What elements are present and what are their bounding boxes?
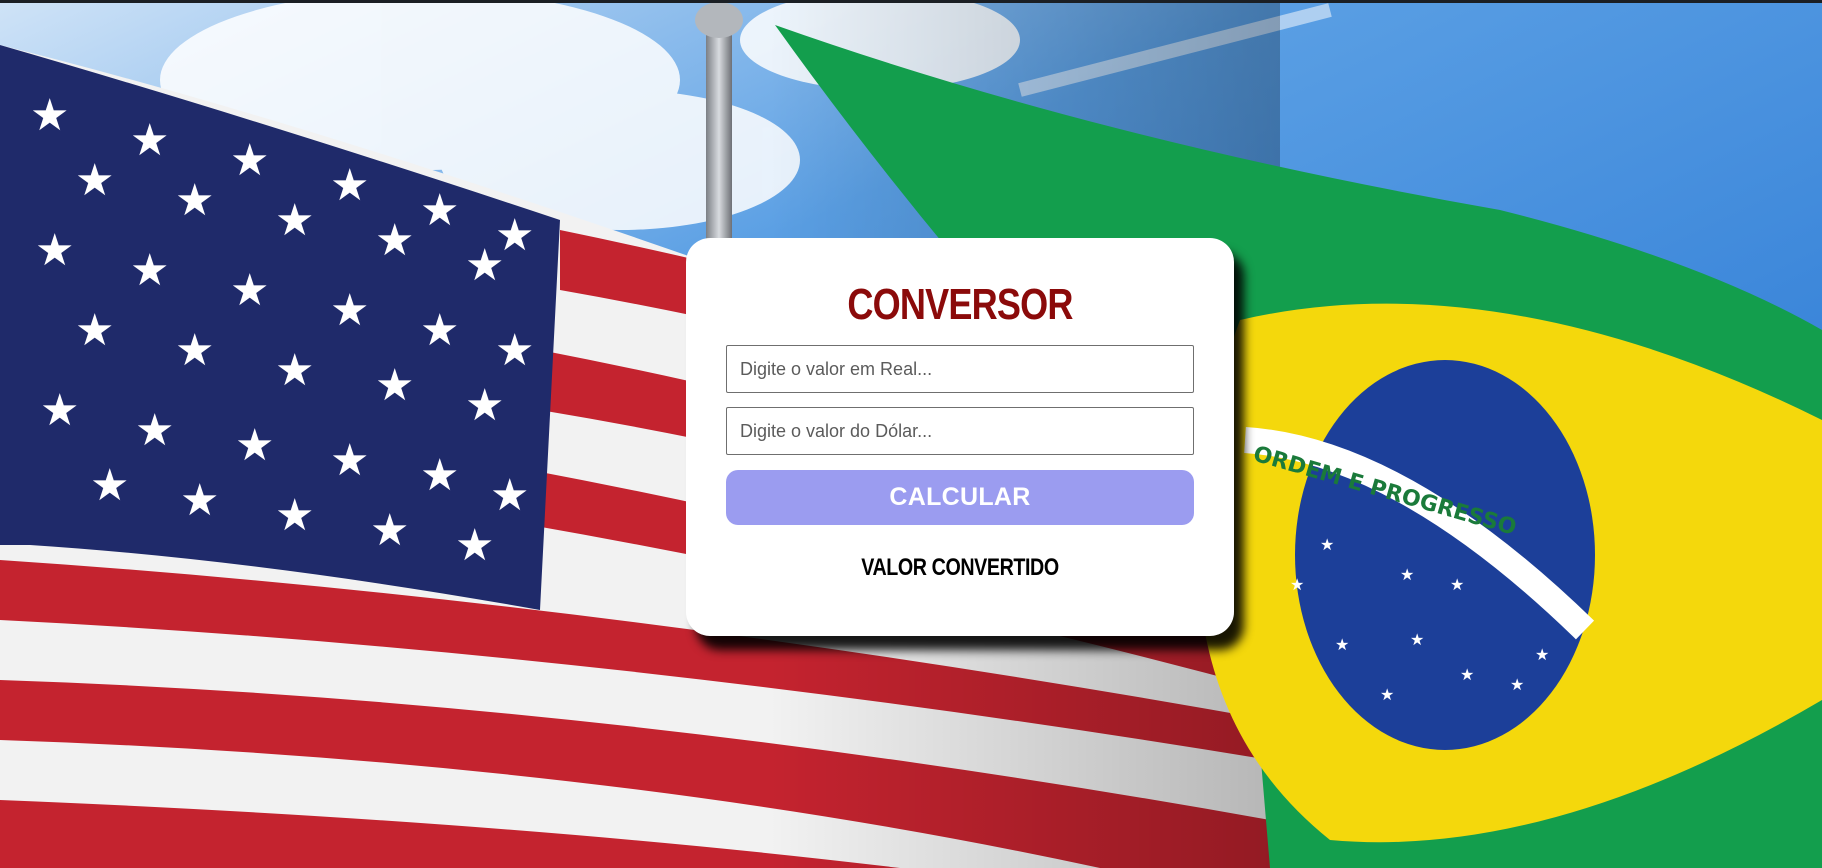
converted-value-label: VALOR CONVERTIDO bbox=[861, 554, 1059, 581]
svg-text:★: ★ bbox=[1320, 535, 1334, 554]
svg-text:★: ★ bbox=[1460, 665, 1474, 684]
svg-text:★: ★ bbox=[1400, 565, 1414, 584]
svg-text:★: ★ bbox=[1535, 645, 1549, 664]
converter-title: CONVERSOR bbox=[847, 280, 1073, 329]
page: ★★★★★★ ★★★★★ ★★★★★★ ★★★★★ ★★★★★★ ★★★★★ O… bbox=[0, 0, 1822, 868]
real-value-input[interactable] bbox=[726, 345, 1194, 393]
svg-text:★: ★ bbox=[1510, 675, 1524, 694]
dolar-value-input[interactable] bbox=[726, 407, 1194, 455]
converter-card: CONVERSOR CALCULAR VALOR CONVERTIDO bbox=[686, 238, 1234, 636]
svg-text:★: ★ bbox=[1450, 575, 1464, 594]
brazil-globe bbox=[1295, 360, 1595, 750]
svg-text:★: ★ bbox=[1335, 635, 1349, 654]
calculate-button[interactable]: CALCULAR bbox=[726, 470, 1194, 525]
top-strip bbox=[0, 0, 1822, 3]
svg-text:★: ★ bbox=[1380, 685, 1394, 704]
svg-text:★: ★ bbox=[1290, 575, 1304, 594]
svg-text:★: ★ bbox=[1410, 630, 1424, 649]
